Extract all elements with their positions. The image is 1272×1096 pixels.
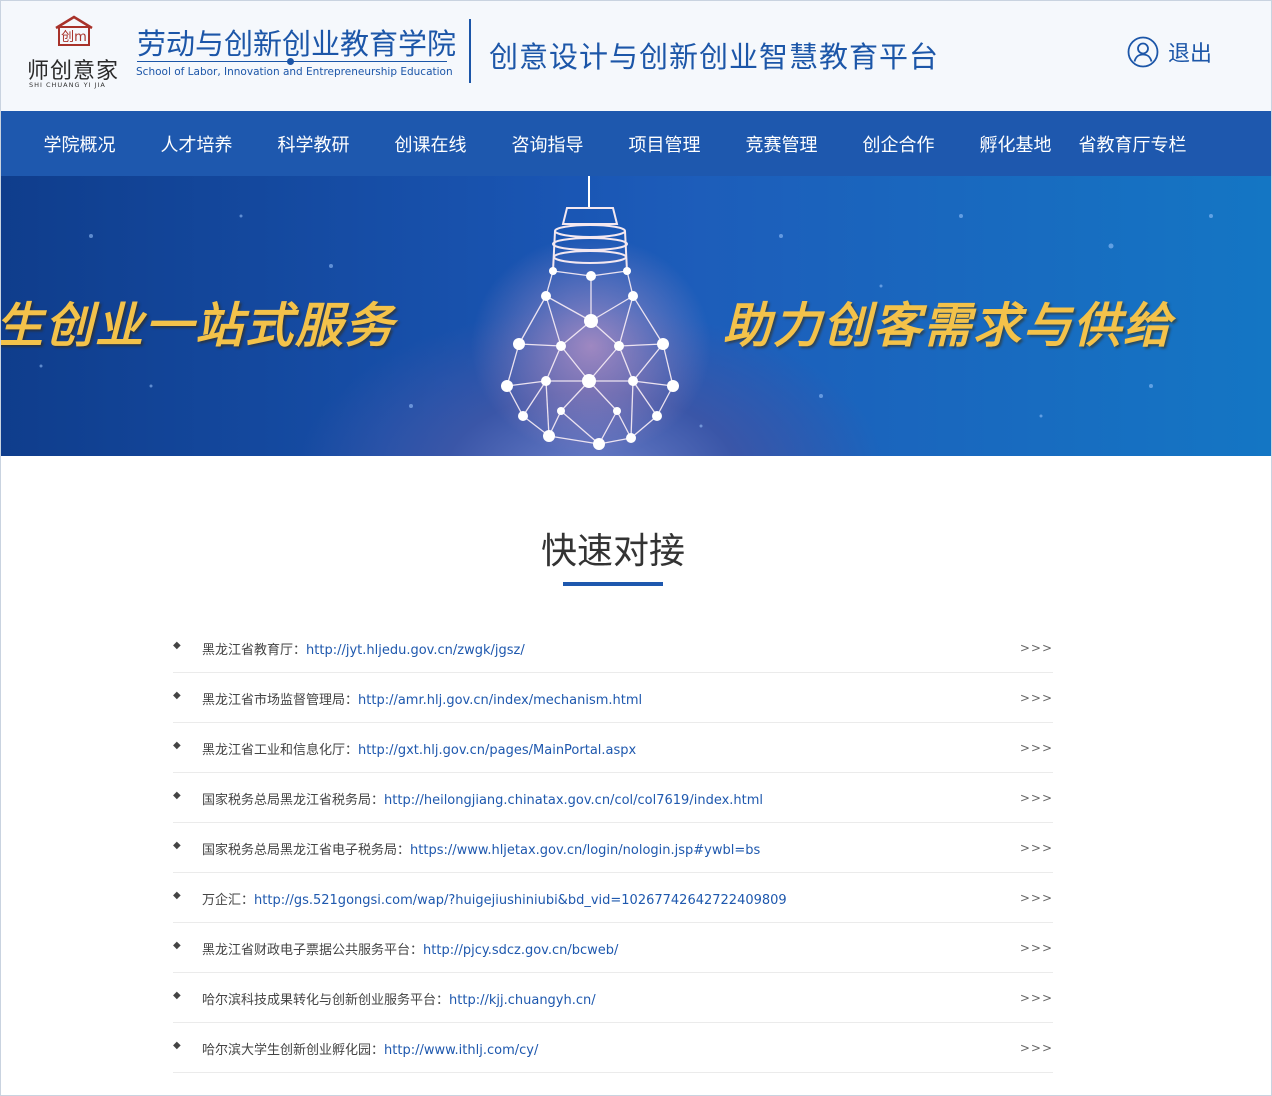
link-url[interactable]: https://www.hljetax.gov.cn/login/nologin… (410, 843, 760, 858)
list-item: ◆ 万企汇：http://gs.521gongsi.com/wap/?huige… (173, 873, 1053, 923)
nav-item-research-teaching[interactable]: 科学教研 (255, 131, 372, 157)
nav-item-enterprise-cooperation[interactable]: 创企合作 (840, 131, 957, 157)
logout-label: 退出 (1168, 42, 1213, 67)
site-header: 创m 师创意家 SHI CHUANG YI JIA 劳动与创新创业教育学院 Sc… (1, 1, 1271, 111)
diamond-bullet-icon: ◆ (173, 990, 181, 1001)
logo-house-icon: 创m (55, 15, 93, 46)
list-item: ◆ 黑龙江省工业和信息化厅：http://gxt.hlj.gov.cn/page… (173, 723, 1053, 773)
school-name-dot (287, 58, 294, 65)
logout-button[interactable]: 退出 (1127, 35, 1212, 69)
more-link[interactable]: >>> (1020, 641, 1053, 655)
link-label: 黑龙江省教育厅： (202, 643, 307, 658)
nav-item-provincial-column[interactable]: 省教育厅专栏 (1074, 131, 1191, 157)
list-item: ◆ 黑龙江省财政电子票据公共服务平台：http://pjcy.sdcz.gov.… (173, 923, 1053, 973)
link-url[interactable]: http://heilongjiang.chinatax.gov.cn/col/… (384, 793, 763, 808)
link-label: 黑龙江省工业和信息化厅： (202, 743, 359, 758)
nav-item-college-overview[interactable]: 学院概况 (21, 131, 138, 157)
site-logo[interactable]: 创m 师创意家 SHI CHUANG YI JIA (25, 15, 121, 95)
logo-pinyin: SHI CHUANG YI JIA (29, 81, 106, 89)
link-label: 黑龙江省财政电子票据公共服务平台： (202, 943, 424, 958)
diamond-bullet-icon: ◆ (173, 690, 181, 701)
diamond-bullet-icon: ◆ (173, 1040, 181, 1051)
quick-links-list: ◆ 黑龙江省教育厅：http://jyt.hljedu.gov.cn/zwgk/… (173, 623, 1053, 1073)
more-link[interactable]: >>> (1020, 1041, 1053, 1055)
main-nav: 学院概况 人才培养 科学教研 创课在线 咨询指导 项目管理 竞赛管理 创企合作 … (1, 111, 1271, 176)
list-item: ◆ 黑龙江省市场监督管理局：http://amr.hlj.gov.cn/inde… (173, 673, 1053, 723)
logo-emblem-text: 创m (61, 30, 87, 45)
nav-item-talent-training[interactable]: 人才培养 (138, 131, 255, 157)
diamond-bullet-icon: ◆ (173, 840, 181, 851)
more-link[interactable]: >>> (1020, 941, 1053, 955)
section-title-underline (563, 582, 663, 586)
link-label: 国家税务总局黑龙江省税务局： (202, 793, 385, 808)
link-url[interactable]: http://jyt.hljedu.gov.cn/zwgk/jgsz/ (306, 643, 525, 658)
more-link[interactable]: >>> (1020, 691, 1053, 705)
more-link[interactable]: >>> (1020, 791, 1053, 805)
nav-item-project-management[interactable]: 项目管理 (606, 131, 723, 157)
link-label: 万企汇： (202, 893, 255, 908)
link-url[interactable]: http://kjj.chuangyh.cn/ (449, 993, 596, 1008)
diamond-bullet-icon: ◆ (173, 640, 181, 651)
nav-item-incubation-base[interactable]: 孵化基地 (957, 131, 1074, 157)
diamond-bullet-icon: ◆ (173, 740, 181, 751)
diamond-bullet-icon: ◆ (173, 790, 181, 801)
banner-slogan-left: 生创业一站式服务 (1, 298, 396, 354)
more-link[interactable]: >>> (1020, 891, 1053, 905)
user-icon (1127, 36, 1159, 68)
diamond-bullet-icon: ◆ (173, 940, 181, 951)
section-title: 快速对接 (540, 531, 685, 572)
link-label: 哈尔滨科技成果转化与创新创业服务平台： (202, 993, 450, 1008)
link-url[interactable]: http://gxt.hlj.gov.cn/pages/MainPortal.a… (358, 743, 636, 758)
nav-item-consulting[interactable]: 咨询指导 (489, 131, 606, 157)
hero-banner: 生创业一站式服务 助力创客需求与供给 (1, 176, 1271, 456)
more-link[interactable]: >>> (1020, 841, 1053, 855)
list-item: ◆ 国家税务总局黑龙江省电子税务局：https://www.hljetax.go… (173, 823, 1053, 873)
school-name-cn: 劳动与创新创业教育学院 (137, 27, 457, 61)
link-url[interactable]: http://pjcy.sdcz.gov.cn/bcweb/ (423, 943, 618, 958)
link-url[interactable]: http://amr.hlj.gov.cn/index/mechanism.ht… (358, 693, 642, 708)
nav-item-competition-management[interactable]: 竞赛管理 (723, 131, 840, 157)
link-label: 黑龙江省市场监督管理局： (202, 693, 359, 708)
header-divider (469, 19, 471, 83)
link-label: 哈尔滨大学生创新创业孵化园： (202, 1043, 385, 1058)
list-item: ◆ 哈尔滨科技成果转化与创新创业服务平台：http://kjj.chuangyh… (173, 973, 1053, 1023)
more-link[interactable]: >>> (1020, 991, 1053, 1005)
diamond-bullet-icon: ◆ (173, 890, 181, 901)
list-item: ◆ 国家税务总局黑龙江省税务局：http://heilongjiang.chin… (173, 773, 1053, 823)
link-label: 国家税务总局黑龙江省电子税务局： (202, 843, 411, 858)
list-item: ◆ 黑龙江省教育厅：http://jyt.hljedu.gov.cn/zwgk/… (173, 623, 1053, 673)
more-link[interactable]: >>> (1020, 741, 1053, 755)
platform-title: 创意设计与创新创业智慧教育平台 (489, 40, 940, 74)
nav-item-online-courses[interactable]: 创课在线 (372, 131, 489, 157)
link-url[interactable]: http://www.ithlj.com/cy/ (384, 1043, 538, 1058)
banner-slogan-right: 助力创客需求与供给 (723, 298, 1174, 354)
school-name-en: School of Labor, Innovation and Entrepre… (136, 66, 453, 78)
link-url[interactable]: http://gs.521gongsi.com/wap/?huigejiushi… (254, 893, 787, 908)
list-item: ◆ 哈尔滨大学生创新创业孵化园：http://www.ithlj.com/cy/… (173, 1023, 1053, 1073)
